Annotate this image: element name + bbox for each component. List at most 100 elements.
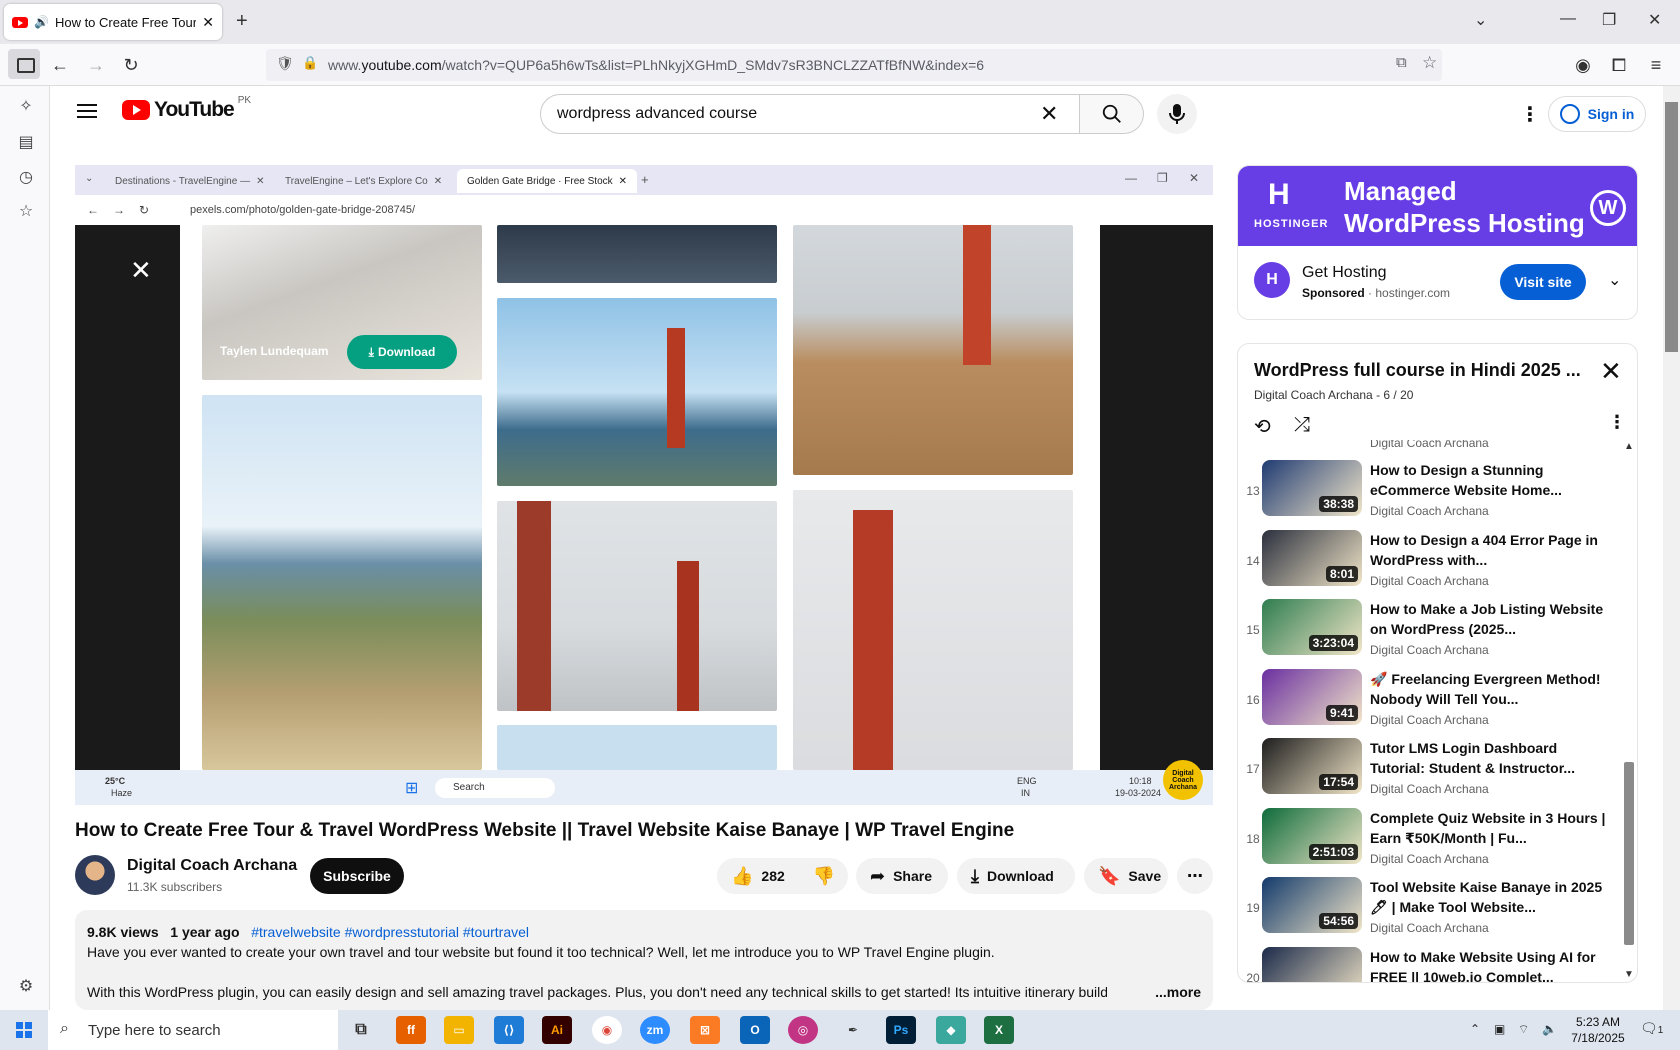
- playlist-item[interactable]: 17 17:54 Tutor LMS Login Dashboard Tutoria…: [1238, 738, 1618, 800]
- windows-start-icon[interactable]: [16, 1022, 32, 1038]
- bookmarks-icon[interactable]: ☆: [17, 203, 35, 221]
- photoshop-app-icon[interactable]: Ps: [886, 1016, 916, 1044]
- scroll-up-icon[interactable]: ▲: [1624, 441, 1634, 452]
- account-icon[interactable]: ◉: [1570, 52, 1596, 78]
- like-thumb-icon[interactable]: 👍: [731, 866, 753, 887]
- playlist-item[interactable]: 14 8:01 How to Design a 404 Error Page in …: [1238, 529, 1618, 592]
- zoom-app-icon[interactable]: zm: [640, 1016, 670, 1044]
- channel-avatar[interactable]: [75, 855, 115, 895]
- subscribe-button[interactable]: Subscribe: [310, 858, 404, 894]
- visit-site-button[interactable]: Visit site: [1500, 264, 1586, 300]
- taskbar-search-input[interactable]: ⌕ Type here to search: [48, 1010, 338, 1050]
- video-player[interactable]: ⌄ Destinations - TravelEngine — ✕ TravelE…: [75, 165, 1213, 805]
- playlist-item-title[interactable]: How to Make Website Using AI for FREE ||…: [1370, 947, 1610, 983]
- scroll-down-icon[interactable]: ▼: [1624, 969, 1634, 980]
- save-button[interactable]: 🔖 Save: [1084, 858, 1168, 894]
- lock-icon[interactable]: 🔒: [302, 55, 318, 71]
- search-button[interactable]: [1080, 94, 1144, 134]
- playlist-item-thumbnail[interactable]: 8:01: [1262, 529, 1362, 586]
- page-scrollbar[interactable]: [1663, 86, 1680, 1010]
- extensions-icon[interactable]: ⧠: [1606, 52, 1632, 78]
- playlist-item[interactable]: 13 38:38 How to Design a Stunning eCommerc…: [1238, 460, 1618, 522]
- playlist-title[interactable]: WordPress full course in Hindi 2025 ...: [1254, 360, 1584, 381]
- tab-list-chevron-icon[interactable]: ⌄: [1474, 10, 1487, 30]
- show-more-link[interactable]: ...more: [1155, 982, 1201, 1002]
- file-explorer-app-icon[interactable]: ▭: [444, 1016, 474, 1044]
- sponsored-ad[interactable]: H HOSTINGER Managed WordPress Hosting W …: [1237, 165, 1638, 320]
- speaker-icon[interactable]: 🔊: [34, 15, 49, 29]
- ad-title[interactable]: Get Hosting: [1302, 264, 1386, 282]
- playlist-item-thumbnail[interactable]: 3:23:04: [1262, 599, 1362, 655]
- minimize-icon[interactable]: —: [1560, 10, 1576, 28]
- playlist-item-thumbnail[interactable]: 9:41: [1262, 668, 1362, 725]
- tray-wifi-icon[interactable]: ⌔: [1518, 1022, 1529, 1037]
- playlist-item[interactable]: 15 3:23:04 How to Make a Job Listing Websi…: [1238, 599, 1618, 661]
- video-description[interactable]: 9.8K views 1 year ago #travelwebsite #wo…: [75, 910, 1213, 1010]
- playlist-item-thumbnail[interactable]: 2:51:03: [1262, 807, 1362, 864]
- loop-icon[interactable]: ⟲: [1254, 414, 1271, 439]
- instagram-app-icon[interactable]: ◎: [788, 1016, 818, 1044]
- channel-name[interactable]: Digital Coach Archana: [127, 857, 297, 875]
- sidebar-toggle-icon[interactable]: [8, 49, 40, 79]
- forward-icon[interactable]: →: [83, 52, 109, 78]
- vscode-app-icon[interactable]: ⟨⟩: [494, 1016, 524, 1044]
- task-view-icon[interactable]: ⧉: [346, 1016, 376, 1044]
- shield-icon[interactable]: 🛡: [276, 55, 294, 72]
- playlist-more-icon[interactable]: ⋮: [1608, 412, 1626, 433]
- youtube-logo[interactable]: YouTube PK: [122, 95, 251, 122]
- hashtags[interactable]: #travelwebsite #wordpresstutorial #tourt…: [251, 924, 529, 940]
- share-button[interactable]: ➦ Share: [856, 858, 948, 894]
- ad-banner[interactable]: H HOSTINGER Managed WordPress Hosting W: [1238, 166, 1637, 246]
- outlook-app-icon[interactable]: O: [740, 1016, 770, 1044]
- playlist-item-title[interactable]: Tutor LMS Login Dashboard Tutorial: Stud…: [1370, 738, 1610, 778]
- firefox-app-icon[interactable]: ff: [396, 1016, 426, 1044]
- browser-tab-active[interactable]: 🔊 How to Create Free Tour & ✕: [4, 4, 222, 40]
- playlist-close-icon[interactable]: ✕: [1600, 356, 1622, 387]
- notification-icon[interactable]: 🗨1: [1640, 1020, 1663, 1037]
- menu-icon[interactable]: ≡: [1643, 52, 1669, 78]
- playlist-scroll-thumb[interactable]: [1624, 762, 1634, 945]
- clear-search-icon[interactable]: ✕: [1040, 103, 1058, 125]
- reload-icon[interactable]: ↻: [118, 52, 144, 78]
- search-input[interactable]: wordpress advanced course: [540, 94, 1080, 134]
- back-icon[interactable]: ←: [47, 52, 73, 78]
- playlist-item-title[interactable]: How to Design a 404 Error Page in WordPr…: [1370, 530, 1610, 570]
- download-button[interactable]: ⤓ Download: [957, 858, 1075, 894]
- playlist-item[interactable]: 16 9:41 🚀 Freelancing Evergreen Method! No…: [1238, 668, 1618, 731]
- playlist-item-title[interactable]: How to Design a Stunning eCommerce Websi…: [1370, 460, 1610, 500]
- bookmark-star-icon[interactable]: ☆: [1422, 53, 1437, 73]
- playlist-item-title[interactable]: Complete Quiz Website in 3 Hours | Earn …: [1370, 808, 1610, 848]
- tray-chevron-icon[interactable]: ⌃: [1470, 1022, 1480, 1036]
- ad-expand-chevron-icon[interactable]: ⌄: [1608, 270, 1621, 290]
- playlist-item-thumbnail[interactable]: 54:56: [1262, 877, 1362, 933]
- ai-sparkle-icon[interactable]: ✧: [17, 98, 35, 116]
- playlist-item-title[interactable]: Tool Website Kaise Banaye in 2025 🖊 | Ma…: [1370, 877, 1610, 917]
- generic-app-icon[interactable]: ◆: [936, 1016, 966, 1044]
- playlist-item-thumbnail[interactable]: [1262, 946, 1362, 982]
- more-actions-button[interactable]: ⋯: [1177, 858, 1213, 894]
- synced-tabs-icon[interactable]: ▤: [17, 134, 35, 152]
- playlist-scrollbar[interactable]: ▲ ▼: [1621, 439, 1637, 982]
- settings-gear-icon[interactable]: ⚙: [17, 978, 35, 996]
- maximize-icon[interactable]: ❐: [1602, 10, 1616, 30]
- taskbar-clock[interactable]: 5:23 AM 7/18/2025: [1568, 1014, 1628, 1046]
- playlist-item-title[interactable]: How to Make a Job Listing Website on Wor…: [1370, 599, 1610, 639]
- guide-menu-icon[interactable]: [77, 104, 97, 118]
- voice-search-button[interactable]: [1157, 94, 1197, 134]
- pen-tool-app-icon[interactable]: ✒: [838, 1016, 868, 1044]
- page-scroll-thumb[interactable]: [1665, 102, 1678, 352]
- url-bar[interactable]: 🛡 🔒 www. youtube.com/watch?v=QUP6a5h6wTs&…: [266, 49, 1442, 81]
- like-count[interactable]: 282: [761, 868, 784, 884]
- excel-app-icon[interactable]: X: [984, 1016, 1014, 1044]
- tray-network-icon[interactable]: ▣: [1494, 1022, 1505, 1036]
- playlist-item[interactable]: 18 2:51:03 Complete Quiz Website in 3 Hour…: [1238, 807, 1618, 870]
- playlist-item[interactable]: 19 54:56 Tool Website Kaise Banaye in 2025…: [1238, 877, 1618, 939]
- dislike-thumb-icon[interactable]: 👎: [813, 866, 835, 887]
- shuffle-icon[interactable]: ⤮: [1294, 414, 1310, 437]
- close-window-icon[interactable]: ✕: [1648, 10, 1661, 30]
- picture-in-picture-icon[interactable]: ⧉: [1396, 54, 1407, 71]
- playlist-item-thumbnail[interactable]: 38:38: [1262, 460, 1362, 516]
- new-tab-icon[interactable]: +: [236, 10, 248, 33]
- illustrator-app-icon[interactable]: Ai: [542, 1016, 572, 1044]
- settings-kebab-icon[interactable]: ⋮: [1520, 102, 1540, 127]
